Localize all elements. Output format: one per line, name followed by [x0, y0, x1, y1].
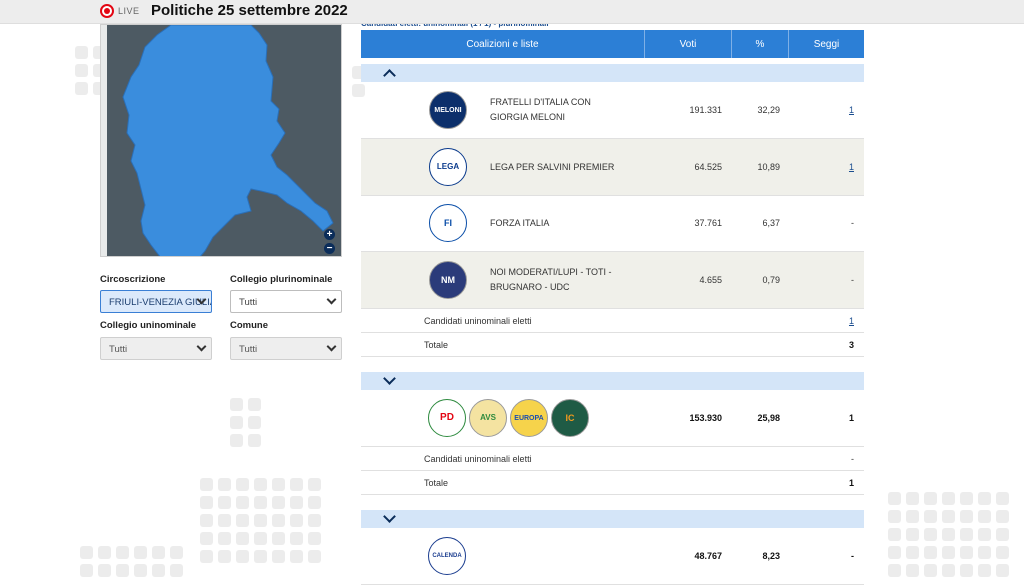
comune-select[interactable]: Tutti — [230, 337, 342, 360]
list-seats: - — [851, 218, 854, 228]
total-row: Totale 3 — [361, 333, 864, 357]
circoscrizione-label: Circoscrizione — [100, 274, 166, 285]
list-name: LEGA PER SALVINI PREMIER — [490, 162, 615, 172]
coalition-pct: 25,98 — [757, 413, 780, 423]
coalition-toggle-2[interactable] — [361, 372, 864, 390]
total-label: Totale — [424, 478, 449, 488]
list-votes: 64.525 — [694, 162, 722, 172]
total-label: Totale — [424, 340, 449, 350]
live-label: LIVE — [118, 6, 140, 16]
party-logo-fdi: MELONI — [429, 91, 467, 129]
top-bar: LIVE Politiche 25 settembre 2022 — [0, 0, 1024, 24]
chevron-up-icon — [383, 69, 396, 82]
comune-label: Comune — [230, 320, 268, 331]
party-logo-avs: AVS — [469, 399, 507, 437]
list-votes: 37.761 — [694, 218, 722, 228]
coalition-pct: 8,23 — [762, 551, 780, 561]
list-row: MELONI FRATELLI D'ITALIA CON GIORGIA MEL… — [361, 82, 864, 139]
list-name: NOI MODERATI/LUPI - TOTI - BRUGNARO - UD… — [490, 267, 612, 292]
party-logo-impegno-civico: IC — [551, 399, 589, 437]
list-row: NM NOI MODERATI/LUPI - TOTI - BRUGNARO -… — [361, 252, 864, 309]
plurinominale-select[interactable]: Tutti — [230, 290, 342, 313]
party-logo-calenda: CALENDA — [428, 537, 466, 575]
live-icon — [100, 4, 114, 18]
decorative-dots — [230, 398, 261, 447]
list-pct: 10,89 — [757, 162, 780, 172]
results-table-header: Coalizioni e liste Voti % Seggi — [361, 30, 864, 58]
decorative-dots — [888, 492, 1009, 577]
total-row: Totale 1 — [361, 471, 864, 495]
uninominal-label: Candidati uninominali eletti — [424, 454, 532, 464]
uninominal-seats-link[interactable]: 1 — [791, 316, 854, 326]
list-votes: 4.655 — [699, 275, 722, 285]
total-seats: 1 — [848, 478, 854, 488]
uninominal-row: Candidati uninominali eletti - — [361, 447, 864, 471]
uninominale-label: Collegio uninominale — [100, 320, 197, 331]
chevron-down-icon — [326, 294, 337, 305]
plurinominale-label: Collegio plurinominale — [230, 274, 333, 285]
col-votes: Voti — [645, 30, 732, 58]
party-logo-forza-italia: FI — [429, 204, 467, 242]
plurinominale-value: Tutti — [239, 297, 258, 308]
list-seats-link[interactable]: 1 — [791, 105, 854, 115]
chevron-down-icon — [196, 341, 207, 352]
col-coalition: Coalizioni e liste — [361, 30, 645, 58]
coalition-toggle-1[interactable] — [361, 64, 864, 82]
coalition-votes: 153.930 — [689, 413, 722, 423]
list-pct: 6,37 — [762, 218, 780, 228]
zoom-in-button[interactable]: + — [324, 229, 335, 240]
chevron-down-icon — [383, 372, 396, 385]
list-seats: - — [851, 275, 854, 285]
coalition-toggle-3[interactable] — [361, 510, 864, 528]
list-row: LEGA LEGA PER SALVINI PREMIER 64.525 10,… — [361, 139, 864, 196]
region-map-svg[interactable] — [101, 25, 342, 257]
list-name: FORZA ITALIA — [490, 218, 550, 228]
uninominale-select[interactable]: Tutti — [100, 337, 212, 360]
coalition-seats: - — [851, 551, 854, 561]
uninominal-label: Candidati uninominali eletti — [424, 316, 532, 326]
coalition-row: CALENDA 48.767 8,23 - — [361, 528, 864, 585]
total-seats: 3 — [848, 340, 854, 350]
list-votes: 191.331 — [689, 105, 722, 115]
list-pct: 0,79 — [762, 275, 780, 285]
uninominal-seats: - — [851, 454, 854, 464]
decorative-dots — [200, 478, 321, 563]
region-map[interactable]: + − — [100, 24, 342, 257]
col-seats: Seggi — [813, 38, 840, 50]
list-pct: 32,29 — [757, 105, 780, 115]
coalition-votes: 48.767 — [694, 551, 722, 561]
zoom-out-button[interactable]: − — [324, 243, 335, 254]
party-logo-pd: PD — [428, 399, 466, 437]
coalition-seats: 1 — [848, 413, 854, 423]
coalition-row: PD AVS EUROPA IC 153.930 25,98 1 — [361, 390, 864, 447]
decorative-dots — [80, 546, 183, 577]
chevron-down-icon — [383, 510, 396, 523]
party-logo-piu-europa: EUROPA — [510, 399, 548, 437]
list-seats-link[interactable]: 1 — [791, 162, 854, 172]
uninominale-value: Tutti — [109, 344, 128, 355]
map-left-border — [101, 25, 107, 256]
list-row: FI FORZA ITALIA 37.761 6,37 - — [361, 196, 864, 252]
circoscrizione-select[interactable]: FRIULI-VENEZIA GIULIA — [100, 290, 212, 313]
col-pct: % — [732, 30, 789, 58]
list-name: FRATELLI D'ITALIA CON GIORGIA MELONI — [490, 97, 591, 122]
party-logo-lega: LEGA — [429, 148, 467, 186]
chevron-down-icon — [326, 341, 337, 352]
page-title: Politiche 25 settembre 2022 — [151, 2, 348, 19]
uninominal-row: Candidati uninominali eletti 1 — [361, 309, 864, 333]
party-logo-noi-moderati: NM — [429, 261, 467, 299]
comune-value: Tutti — [239, 344, 258, 355]
